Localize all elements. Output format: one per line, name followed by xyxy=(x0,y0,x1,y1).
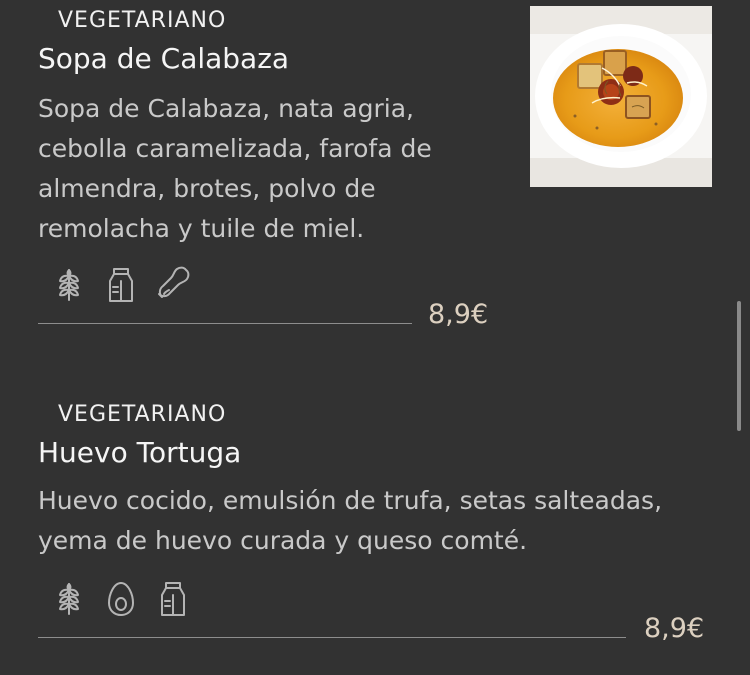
description-line: Huevo cocido, emulsión de trufa, setas s… xyxy=(38,486,663,515)
price-label: 8,9€ xyxy=(428,299,489,330)
wheat-icon xyxy=(48,578,90,620)
scrollbar[interactable] xyxy=(737,301,741,431)
allergen-icons xyxy=(48,264,194,306)
dish-image xyxy=(530,6,712,187)
allergen-icons xyxy=(48,578,194,620)
dish-title: Huevo Tortuga xyxy=(38,436,242,469)
menu-item-huevo-tortuga[interactable]: VEGETARIANO Huevo Tortuga Huevo cocido, … xyxy=(0,396,750,675)
wheat-icon xyxy=(48,264,90,306)
vegetarian-tag: VEGETARIANO xyxy=(58,402,227,427)
description-line: yema de huevo curada y queso comté. xyxy=(38,526,528,555)
milk-icon xyxy=(100,264,142,306)
dish-description: Huevo cocido, emulsión de trufa, setas s… xyxy=(38,481,718,561)
milk-icon xyxy=(152,578,194,620)
dish-description: Sopa de Calabaza, nata agria, cebolla ca… xyxy=(38,89,508,249)
price-divider xyxy=(38,637,626,638)
price-divider xyxy=(38,323,412,324)
dish-title: Sopa de Calabaza xyxy=(38,42,290,75)
egg-icon xyxy=(100,578,142,620)
description-line: remolacha y tuile de miel. xyxy=(38,214,365,243)
description-line: almendra, brotes, polvo de xyxy=(38,174,376,203)
description-line: Sopa de Calabaza, nata agria, xyxy=(38,94,414,123)
description-line: cebolla caramelizada, farofa de xyxy=(38,134,432,163)
peanut-icon xyxy=(152,264,194,306)
menu-item-sopa-de-calabaza[interactable]: VEGETARIANO Sopa de Calabaza Sopa de Cal… xyxy=(0,0,750,345)
vegetarian-tag: VEGETARIANO xyxy=(58,8,227,33)
price-label: 8,9€ xyxy=(644,613,705,644)
